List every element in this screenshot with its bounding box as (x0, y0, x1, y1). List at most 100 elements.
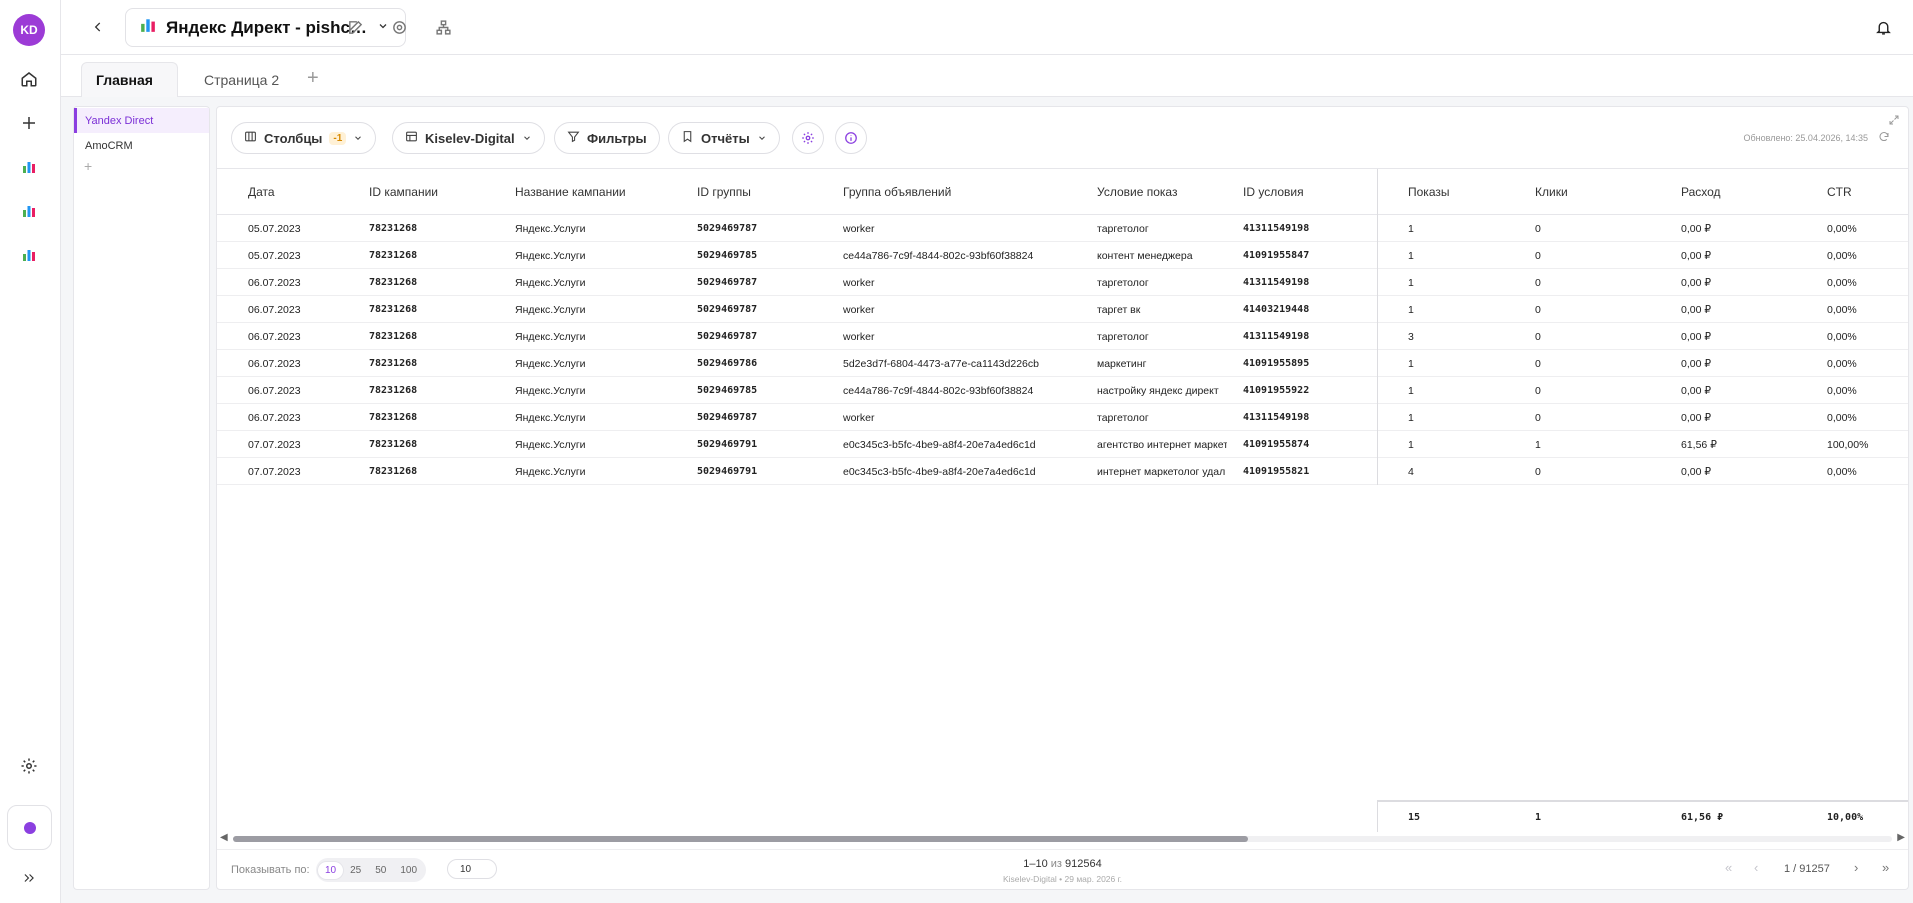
table-row[interactable]: 06.07.2023 78231268 Яндекс.Услуги 502946978… (217, 269, 1908, 296)
dashboard-chart-icon[interactable] (17, 155, 41, 179)
refresh-icon[interactable] (1878, 130, 1892, 144)
updated-timestamp: Обновлено: 25.04.2026, 14:35 (1743, 133, 1868, 143)
source-item-yandex-direct[interactable]: Yandex Direct (74, 108, 209, 133)
table-cell: 5029469787 (697, 277, 758, 288)
page-indicator: 1 / 91257 (1784, 863, 1830, 875)
report-panel: Столбцы -1 Kiselev-Digital Фильтры Отчёт… (216, 106, 1909, 890)
column-header[interactable]: Название кампании (515, 169, 626, 215)
tab-main[interactable]: Главная (81, 62, 178, 97)
table-cell: 0,00% (1827, 465, 1857, 478)
horizontal-scrollbar[interactable]: ◀ ▶ (217, 832, 1908, 846)
table-cell: 06.07.2023 (248, 357, 301, 370)
add-source-icon[interactable]: + (74, 158, 209, 174)
column-header[interactable]: Группа объявлений (843, 169, 951, 215)
columns-button[interactable]: Столбцы -1 (231, 122, 377, 154)
table-cell: 0,00% (1827, 249, 1857, 262)
table-row[interactable]: 06.07.2023 78231268 Яндекс.Услуги 502946978… (217, 350, 1908, 377)
column-header[interactable]: ID группы (697, 169, 751, 215)
table-cell: 5029469785 (697, 385, 758, 396)
settings-gear-icon[interactable] (388, 16, 410, 38)
report-settings-gear-icon[interactable] (792, 122, 824, 154)
table-row[interactable]: 05.07.2023 78231268 Яндекс.Услуги 502946978… (217, 242, 1908, 269)
table-cell: 0,00% (1827, 222, 1857, 235)
column-header[interactable]: Показы (1408, 169, 1449, 215)
table-cell: 0 (1535, 330, 1541, 343)
table-cell: 0,00 ₽ (1681, 222, 1712, 235)
column-header[interactable]: ID кампании (369, 169, 438, 215)
tab-label: Страница 2 (204, 71, 280, 88)
chevron-down-icon (353, 131, 363, 146)
bookmark-icon (681, 130, 694, 146)
table-cell: контент менеджера (1097, 249, 1193, 262)
table-cell: таргет вк (1097, 303, 1141, 316)
pagination-bar: Показывать по: 10 25 50 100 10 1–10 из 9… (217, 849, 1908, 889)
table-cell: ce44a786-7c9f-4844-802c-93bf60f38824 (843, 384, 1034, 397)
column-header[interactable]: Расход (1681, 169, 1721, 215)
source-label: Yandex Direct (85, 114, 154, 127)
avatar[interactable]: KD (13, 14, 45, 46)
source-item-amocrm[interactable]: AmoCRM (74, 133, 209, 158)
table-cell: 0,00 ₽ (1681, 384, 1712, 397)
table-cell: Яндекс.Услуги (515, 303, 586, 316)
expand-sidebar-icon[interactable] (17, 866, 41, 890)
info-icon[interactable] (835, 122, 867, 154)
last-page-icon[interactable]: » (1882, 860, 1889, 875)
columns-icon (244, 130, 257, 146)
table-cell: маркетинг (1097, 357, 1147, 370)
column-header[interactable]: Условие показ (1097, 169, 1177, 215)
scroll-left-icon[interactable]: ◀ (220, 832, 228, 843)
chevron-down-icon (757, 131, 767, 146)
status-button[interactable] (7, 805, 52, 850)
account-button[interactable]: Kiselev-Digital (392, 122, 545, 154)
table-row[interactable]: 06.07.2023 78231268 Яндекс.Услуги 502946978… (217, 323, 1908, 350)
reports-button[interactable]: Отчёты (668, 122, 780, 154)
next-page-icon[interactable]: › (1854, 860, 1858, 875)
status-dot (23, 821, 36, 834)
edit-icon[interactable] (344, 16, 366, 38)
table-cell: 0 (1535, 465, 1541, 478)
dashboard-chart-icon[interactable] (17, 243, 41, 267)
table-cell: таргетолог (1097, 330, 1149, 343)
prev-page-icon[interactable]: ‹ (1754, 860, 1758, 875)
tab-page-2[interactable]: Страница 2 (190, 62, 293, 97)
dashboard-chart-icon[interactable] (17, 199, 41, 223)
fullscreen-icon[interactable] (1888, 113, 1902, 127)
back-arrow-icon[interactable] (87, 16, 109, 38)
table-row[interactable]: 05.07.2023 78231268 Яндекс.Услуги 502946978… (217, 215, 1908, 242)
settings-gear-icon[interactable] (17, 754, 41, 778)
table-row[interactable]: 06.07.2023 78231268 Яндекс.Услуги 502946978… (217, 377, 1908, 404)
columns-label: Столбцы (264, 130, 323, 146)
range-of: из (1050, 858, 1062, 870)
scroll-thumb[interactable] (233, 836, 1248, 842)
table-cell: 06.07.2023 (248, 303, 301, 316)
plus-icon[interactable] (17, 111, 41, 135)
columns-badge: -1 (329, 131, 347, 145)
column-header[interactable]: CTR (1827, 169, 1852, 215)
table-cell: worker (843, 330, 875, 343)
range-info: 1–10 из 912564 (217, 858, 1908, 870)
table-row[interactable]: 06.07.2023 78231268 Яндекс.Услуги 502946978… (217, 296, 1908, 323)
table-cell: Яндекс.Услуги (515, 438, 586, 451)
notification-bell-icon[interactable] (1872, 16, 1894, 38)
scroll-right-icon[interactable]: ▶ (1897, 832, 1905, 843)
table-cell: 1 (1408, 249, 1414, 262)
table-cell: 5029469787 (697, 223, 758, 234)
add-tab-icon[interactable]: + (307, 67, 319, 90)
table-cell: worker (843, 276, 875, 289)
table-cell: 1 (1408, 357, 1414, 370)
table-row[interactable]: 07.07.2023 78231268 Яндекс.Услуги 502946979… (217, 431, 1908, 458)
filter-icon (567, 130, 580, 146)
table-row[interactable]: 07.07.2023 78231268 Яндекс.Услуги 502946979… (217, 458, 1908, 485)
top-bar: Яндекс Директ - pishchik... (61, 0, 1913, 55)
column-header[interactable]: ID условия (1243, 169, 1304, 215)
table-cell: 41091955922 (1243, 385, 1310, 396)
first-page-icon[interactable]: « (1725, 860, 1732, 875)
table-cell: 41091955821 (1243, 466, 1310, 477)
table-cell: Яндекс.Услуги (515, 222, 586, 235)
column-header[interactable]: Клики (1535, 169, 1568, 215)
filters-button[interactable]: Фильтры (554, 122, 660, 154)
home-icon[interactable] (17, 67, 41, 91)
table-row[interactable]: 06.07.2023 78231268 Яндекс.Услуги 502946978… (217, 404, 1908, 431)
column-header[interactable]: Дата (248, 169, 275, 215)
sitemap-icon[interactable] (432, 16, 454, 38)
